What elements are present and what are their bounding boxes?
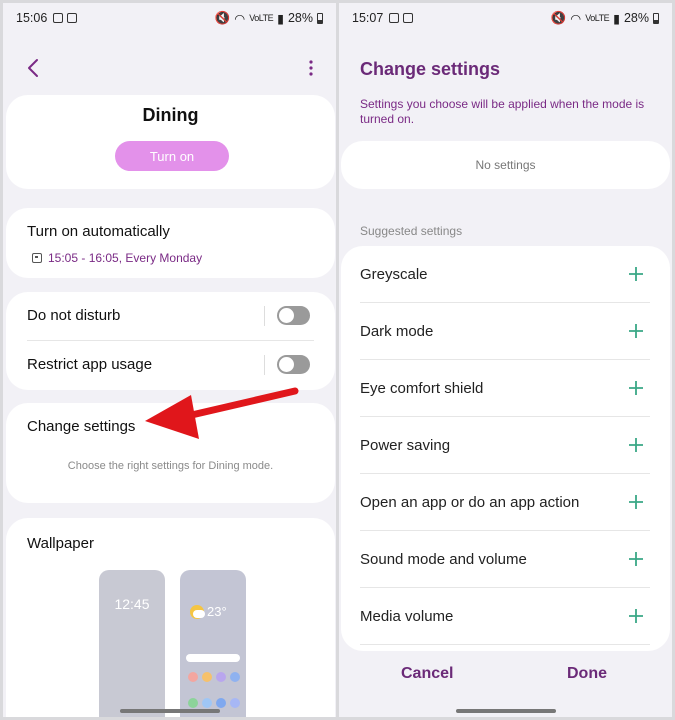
add-icon[interactable] [628,551,644,567]
do-not-disturb-row[interactable]: Do not disturb [6,292,335,341]
turn-on-button[interactable]: Turn on [115,141,229,171]
cancel-button[interactable]: Cancel [401,665,453,683]
battery-icon [317,12,323,24]
home-indicator [119,709,220,713]
volte-label: VoLTE [249,13,274,23]
list-item-open-app[interactable]: Open an app or do an app action [341,474,670,531]
search-bar-preview [186,654,240,662]
suggested-settings-label: Suggested settings [360,224,463,238]
list-item-eye-comfort-shield[interactable]: Eye comfort shield [341,360,670,417]
app-icon-dot [230,698,240,708]
app-icon-dot [216,698,226,708]
toggles-card: Do not disturb Restrict app usage [6,292,335,390]
volte-label: VoLTE [585,13,610,23]
turn-on-automatically-card[interactable]: Turn on automatically 15:05 - 16:05, Eve… [6,208,335,278]
change-settings-subtitle: Choose the right settings for Dining mod… [67,460,274,472]
signal-icon: ▮ [277,11,284,26]
wifi-icon: ◠ [234,11,246,26]
turn-on-automatically-title: Turn on automatically [27,223,170,240]
list-item-label: Media volume [360,608,454,625]
wallpaper-card[interactable]: Wallpaper 12:45 23° [6,518,335,717]
status-time: 15:07 [352,11,384,25]
app-icon-dot [202,672,212,682]
divider [264,306,265,326]
add-icon[interactable] [628,323,644,339]
list-item-label: Power saving [360,437,451,454]
status-bar: 15:07 🔇 ◠ VoLTE ▮ 28% [339,3,672,33]
mode-title: Dining [142,105,199,125]
battery-percent: 28% [287,11,313,25]
left-screen: 15:06 🔇 ◠ VoLTE ▮ 28% Dining Turn on Tur… [3,3,336,717]
restrict-app-usage-label: Restrict app usage [27,356,153,373]
add-icon[interactable] [628,437,644,453]
app-icon-dot [230,672,240,682]
divider [264,355,265,375]
list-item-media-volume[interactable]: Media volume [341,588,670,645]
calendar-icon [32,253,42,263]
add-icon[interactable] [628,380,644,396]
page-description: Settings you choose will be applied when… [360,97,645,126]
home-indicator [455,709,556,713]
add-icon[interactable] [628,608,644,624]
battery-percent: 28% [623,11,649,25]
status-time: 15:06 [16,11,48,25]
home-screen-preview[interactable]: 23° [180,570,246,717]
mute-icon: 🔇 [550,10,567,25]
suggested-settings-list: Greyscale Dark mode Eye comfort shield P… [341,246,670,651]
app-icon-dot [188,698,198,708]
lock-screen-preview[interactable]: 12:45 [99,570,165,717]
list-item-label: Eye comfort shield [360,380,484,397]
gallery-notification-icon [389,13,400,23]
list-item-label: Open an app or do an app action [360,494,580,511]
done-button[interactable]: Done [567,665,607,683]
schedule-text: 15:05 - 16:05, Every Monday [48,251,203,265]
list-item-power-saving[interactable]: Power saving [341,417,670,474]
battery-icon [653,12,659,24]
list-item-sound-mode[interactable]: Sound mode and volume [341,531,670,588]
mode-header-card: Dining Turn on [6,95,335,189]
signal-icon: ▮ [613,11,620,26]
more-options-icon[interactable] [304,57,318,79]
restrict-app-usage-toggle[interactable] [277,355,310,374]
mute-icon: 🔇 [214,10,231,25]
list-item-greyscale[interactable]: Greyscale [341,246,670,303]
no-settings-text: No settings [475,158,536,172]
app-icon-dot [188,672,198,682]
app-icon-dot [202,698,212,708]
do-not-disturb-label: Do not disturb [27,307,121,324]
change-settings-title: Change settings [27,418,136,435]
list-item-label: Greyscale [360,266,428,283]
red-arrow-annotation [145,387,299,439]
wifi-icon: ◠ [570,11,582,26]
right-screen: 15:07 🔇 ◠ VoLTE ▮ 28% Change settings Se… [339,3,672,717]
back-icon[interactable] [23,57,45,79]
add-icon[interactable] [628,494,644,510]
app-notification-icon [67,13,78,23]
app-notification-icon [403,13,414,23]
add-icon[interactable] [628,266,644,282]
weather-icon [190,604,205,619]
do-not-disturb-toggle[interactable] [277,306,310,325]
selected-settings-card: No settings [341,141,670,189]
page-title: Change settings [360,59,501,79]
gallery-notification-icon [53,13,64,23]
home-screen-temperature: 23° [207,604,227,619]
list-item-label: Sound mode and volume [360,551,527,568]
list-item-dark-mode[interactable]: Dark mode [341,303,670,360]
status-bar: 15:06 🔇 ◠ VoLTE ▮ 28% [3,3,336,33]
lock-screen-clock: 12:45 [114,596,150,612]
app-icon-dot [216,672,226,682]
list-item-label: Dark mode [360,323,434,340]
wallpaper-title: Wallpaper [27,535,94,552]
